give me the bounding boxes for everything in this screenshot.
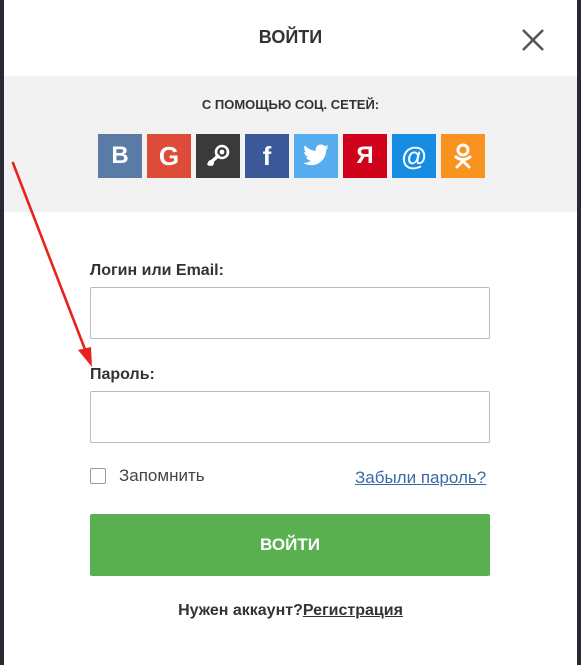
twitter-icon [303, 144, 329, 166]
twitter-login-button[interactable] [294, 134, 338, 178]
vk-login-button[interactable]: B [98, 134, 142, 178]
login-submit-button[interactable]: ВОЙТИ [90, 514, 490, 576]
yandex-login-button[interactable]: Я [343, 134, 387, 178]
vk-icon: B [111, 142, 129, 169]
forgot-password-link[interactable]: Забыли пароль? [355, 468, 486, 488]
password-label: Пароль: [90, 366, 155, 383]
remember-checkbox[interactable] [90, 468, 106, 484]
social-label: С ПОМОЩЬЮ СОЦ. СЕТЕЙ: [201, 97, 380, 112]
steam-icon [207, 144, 230, 166]
mailru-login-button[interactable]: @ [392, 134, 436, 178]
facebook-icon: f [262, 140, 272, 171]
remember-checkbox-row[interactable]: Запомнить [90, 466, 205, 486]
facebook-login-button[interactable]: f [245, 134, 289, 178]
login-input[interactable] [90, 287, 490, 339]
remember-label: Запомнить [119, 466, 205, 485]
mailru-icon: @ [401, 140, 427, 171]
google-login-button[interactable]: G [147, 134, 191, 178]
yandex-icon: Я [356, 142, 374, 169]
register-link[interactable]: Регистрация [303, 602, 403, 619]
register-row: Нужен аккаунт?Регистрация [4, 602, 577, 620]
login-modal: ВОЙТИ С ПОМОЩЬЮ СОЦ. СЕТЕЙ: B G f Я @ Ло… [4, 0, 577, 665]
social-buttons: B G f Я @ [98, 134, 485, 178]
social-login-section: С ПОМОЩЬЮ СОЦ. СЕТЕЙ: B G f Я @ [4, 76, 577, 212]
steam-login-button[interactable] [196, 134, 240, 178]
google-icon: G [158, 140, 180, 171]
need-account-text: Нужен аккаунт? [178, 602, 303, 619]
modal-header: ВОЙТИ [4, 0, 577, 76]
modal-title: ВОЙТИ [258, 27, 323, 47]
password-input[interactable] [90, 391, 490, 443]
odnoklassniki-login-button[interactable] [441, 134, 485, 178]
odnoklassniki-icon [454, 143, 472, 169]
login-label: Логин или Email: [90, 262, 224, 279]
close-icon[interactable] [519, 26, 547, 54]
